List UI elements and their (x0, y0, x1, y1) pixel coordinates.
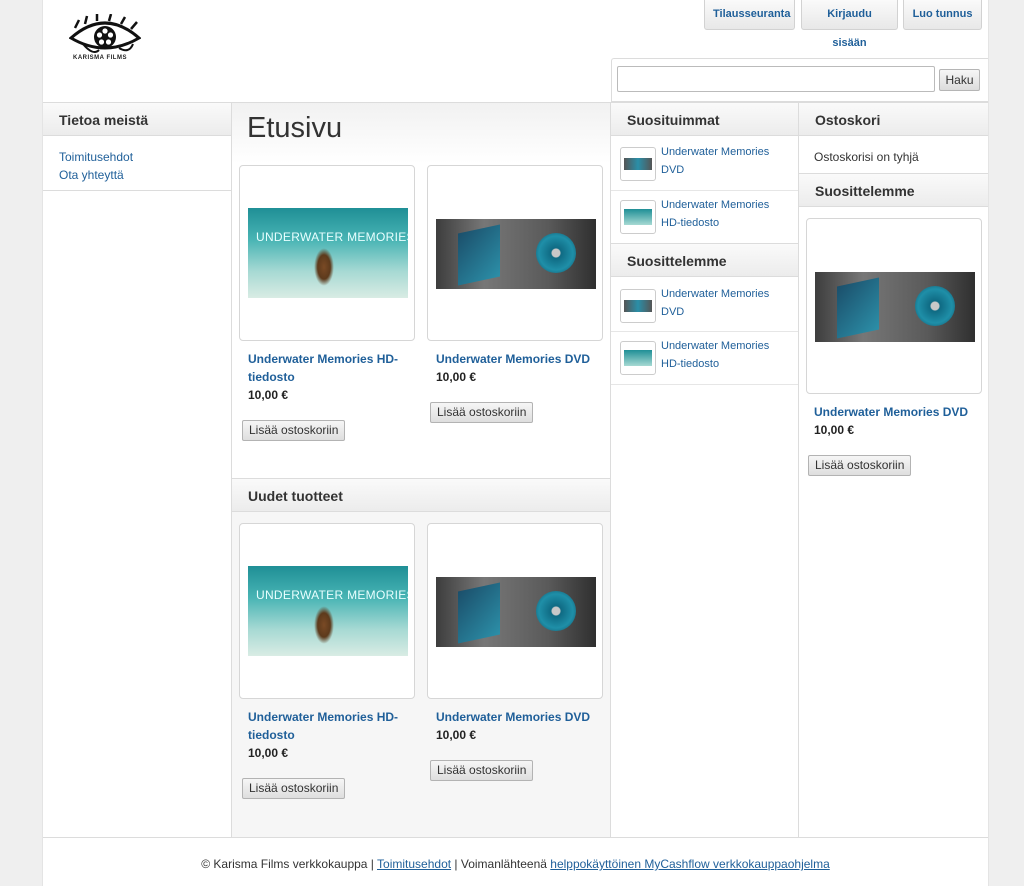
product-image-link[interactable]: UNDERWATER MEMORIES (239, 523, 415, 699)
image-caption: UNDERWATER MEMORIES (256, 230, 408, 244)
footer-mycashflow-link[interactable]: helppokäyttöinen MyCashflow verkkokauppa… (550, 857, 830, 871)
product-thumbnail[interactable] (620, 200, 656, 234)
search-bar: Haku (611, 58, 988, 102)
dvd-disc-shape (915, 286, 955, 326)
item-line: DVD (661, 306, 685, 318)
dvd-case-shape (458, 582, 500, 644)
product-image-link[interactable]: UNDERWATER MEMORIES (239, 165, 415, 341)
search-input[interactable] (617, 66, 935, 92)
product-name-link[interactable]: Underwater Memories HD-tiedosto (248, 350, 416, 386)
water-thumb (624, 209, 652, 225)
logo-text: KARISMA FILMS (73, 55, 127, 61)
divider (611, 190, 798, 191)
recommend-item-link[interactable]: Underwater Memories DVD (661, 285, 769, 321)
item-line: DVD (661, 164, 685, 176)
terms-link[interactable]: Toimitusehdot (59, 148, 133, 166)
about-links: Toimitusehdot Ota yhteyttä (59, 148, 133, 184)
image-caption: UNDERWATER MEMORIES (256, 588, 408, 602)
add-to-cart-button[interactable]: Lisää ostoskoriin (430, 402, 534, 423)
product-name-link[interactable]: Underwater Memories DVD (814, 403, 982, 421)
item-line: Underwater Memories (661, 288, 770, 300)
product-price: 10,00 € (436, 370, 477, 384)
product-thumbnail[interactable] (620, 147, 656, 181)
underwater-cover-image: UNDERWATER MEMORIES (248, 208, 408, 298)
login-button[interactable]: Kirjaudu sisään (801, 0, 898, 49)
new-products-title: Uudet tuotteet (232, 478, 610, 512)
add-to-cart-button[interactable]: Lisää ostoskoriin (242, 778, 346, 799)
cart-empty-text: Ostoskorisi on tyhjä (814, 150, 919, 164)
product-name-link[interactable]: Underwater Memories DVD (436, 350, 604, 368)
product-name-link[interactable]: Underwater Memories DVD (436, 708, 604, 726)
seaweed-shape (314, 606, 334, 644)
water-thumb (624, 350, 652, 366)
add-to-cart-button[interactable]: Lisää ostoskoriin (808, 455, 912, 476)
create-account-button[interactable]: Luo tunnus (903, 0, 982, 30)
add-to-cart-button[interactable]: Lisää ostoskoriin (430, 760, 534, 781)
page: KARISMA FILMS Tilausseuranta Kirjaudu si… (42, 0, 989, 886)
item-line: Underwater Memories (661, 146, 770, 158)
divider (43, 837, 988, 838)
footer-terms-link[interactable]: Toimitusehdot (377, 857, 451, 871)
dvd-disc-shape (536, 591, 576, 631)
product-thumbnail[interactable] (620, 341, 656, 375)
divider (798, 102, 799, 837)
product-image-link[interactable] (427, 165, 603, 341)
underwater-cover-image: UNDERWATER MEMORIES (248, 566, 408, 656)
seaweed-shape (314, 248, 334, 286)
about-title: Tietoa meistä (43, 102, 231, 136)
divider (611, 384, 798, 385)
footer: © Karisma Films verkkokauppa | Toimituse… (43, 857, 988, 871)
product-thumbnail[interactable] (620, 289, 656, 323)
footer-copyright: © Karisma Films verkkokauppa | (201, 857, 378, 871)
page-title: Etusivu (247, 112, 343, 144)
dvd-image (436, 219, 596, 289)
divider (43, 190, 231, 191)
dvd-thumb (624, 300, 652, 312)
order-tracking-button[interactable]: Tilausseuranta (704, 0, 795, 30)
add-to-cart-button[interactable]: Lisää ostoskoriin (242, 420, 346, 441)
dvd-thumb (624, 158, 652, 170)
product-price: 10,00 € (248, 746, 289, 760)
cart-recommend-title: Suosittelemme (799, 173, 988, 207)
product-price: 10,00 € (248, 388, 289, 402)
contact-link[interactable]: Ota yhteyttä (59, 166, 133, 184)
recommend-item-link[interactable]: Underwater Memories HD-tiedosto (661, 337, 769, 373)
popular-title: Suosituimmat (611, 102, 798, 136)
item-line: HD-tiedosto (661, 358, 720, 370)
dvd-image (436, 577, 596, 647)
product-image-link[interactable] (806, 218, 982, 394)
dvd-case-shape (837, 277, 879, 339)
item-line: HD-tiedosto (661, 217, 720, 229)
product-price: 10,00 € (436, 728, 477, 742)
search-button[interactable]: Haku (939, 69, 980, 91)
cart-title: Ostoskori (799, 102, 988, 136)
popular-item-link[interactable]: Underwater Memories HD-tiedosto (661, 196, 769, 232)
recommend-title: Suosittelemme (611, 243, 798, 277)
popular-item-link[interactable]: Underwater Memories DVD (661, 143, 769, 179)
dvd-image (815, 272, 975, 342)
divider (610, 102, 611, 837)
dvd-case-shape (458, 224, 500, 286)
dvd-disc-shape (536, 233, 576, 273)
divider (611, 331, 798, 332)
product-image-link[interactable] (427, 523, 603, 699)
product-name-link[interactable]: Underwater Memories HD-tiedosto (248, 708, 416, 744)
product-price: 10,00 € (814, 423, 855, 437)
footer-powered-text: | Voimanlähteenä (451, 857, 551, 871)
item-line: Underwater Memories (661, 340, 770, 352)
item-line: Underwater Memories (661, 199, 770, 211)
